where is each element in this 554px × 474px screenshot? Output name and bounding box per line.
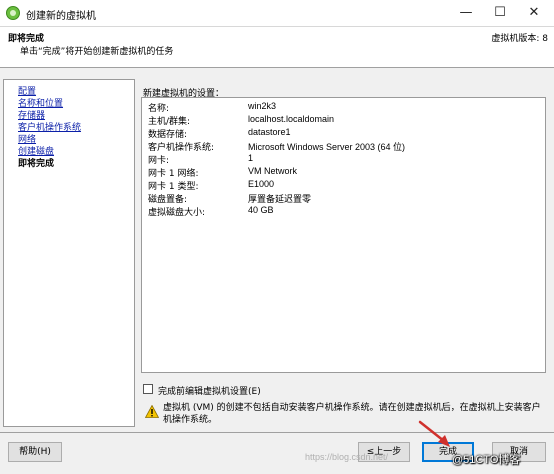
settings-key: 磁盘置备: (148, 195, 188, 205)
window-title: 创建新的虚拟机 (26, 11, 96, 22)
nav-item-ready-to-complete: 即将完成 (18, 159, 55, 169)
guest-os-warning-text: 虚拟机 (VM) 的创建不包括自动安装客户机操作系统。请在创建虚拟机后，在虚拟机… (163, 403, 541, 425)
settings-key: 网卡 1 类型: (148, 182, 199, 192)
settings-value: Microsoft Windows Server 2003 (64 位) (248, 142, 406, 152)
annotation-arrow-icon (418, 420, 450, 447)
vsphere-app-icon (6, 6, 20, 20)
wizard-header: 即将完成 单击“完成”将开始创建新虚拟机的任务 虚拟机版本: 8 (0, 27, 554, 68)
title-bar: 创建新的虚拟机 — ☐ ✕ (0, 0, 554, 27)
settings-key: 虚拟磁盘大小: (148, 208, 206, 218)
footer-divider (0, 432, 554, 433)
settings-summary-list: 名称: win2k3 主机/群集: localhost.localdomain … (141, 97, 546, 373)
settings-value: 1 (248, 153, 254, 163)
page-title: 即将完成 (8, 34, 45, 44)
settings-value: E1000 (248, 179, 275, 189)
vm-version-label: 虚拟机版本: 8 (491, 34, 548, 44)
settings-value: datastore1 (248, 127, 291, 137)
settings-value: 厚置备延迟置零 (248, 194, 312, 204)
settings-value: VM Network (248, 166, 298, 176)
wizard-step-nav: 配置 名称和位置 存储器 客户机操作系统 网络 创建磁盘 即将完成 (3, 79, 135, 427)
help-button[interactable]: 帮助(H) (8, 442, 62, 462)
settings-key: 名称: (148, 104, 170, 114)
settings-value: 40 GB (248, 205, 274, 215)
maximize-button[interactable]: ☐ (483, 0, 517, 26)
settings-value: win2k3 (248, 101, 277, 111)
close-button[interactable]: ✕ (517, 0, 551, 26)
settings-key: 客户机操作系统: (148, 143, 215, 153)
settings-key: 数据存储: (148, 130, 188, 140)
settings-value: localhost.localdomain (248, 114, 335, 124)
warning-triangle-icon (145, 405, 159, 418)
minimize-button[interactable]: — (449, 0, 483, 26)
settings-key: 主机/群集: (148, 117, 191, 127)
brand-watermark: @51CTO博客 (452, 454, 521, 466)
edit-before-finish-checkbox[interactable] (143, 384, 153, 394)
page-subtitle: 单击“完成”将开始创建新虚拟机的任务 (20, 47, 174, 57)
settings-key: 网卡 1 网络: (148, 169, 199, 179)
edit-before-finish-label[interactable]: 完成前编辑虚拟机设置(E) (158, 384, 261, 397)
settings-key: 网卡: (148, 156, 170, 166)
blog-watermark: https://blog.csdn.net/ (305, 452, 389, 462)
